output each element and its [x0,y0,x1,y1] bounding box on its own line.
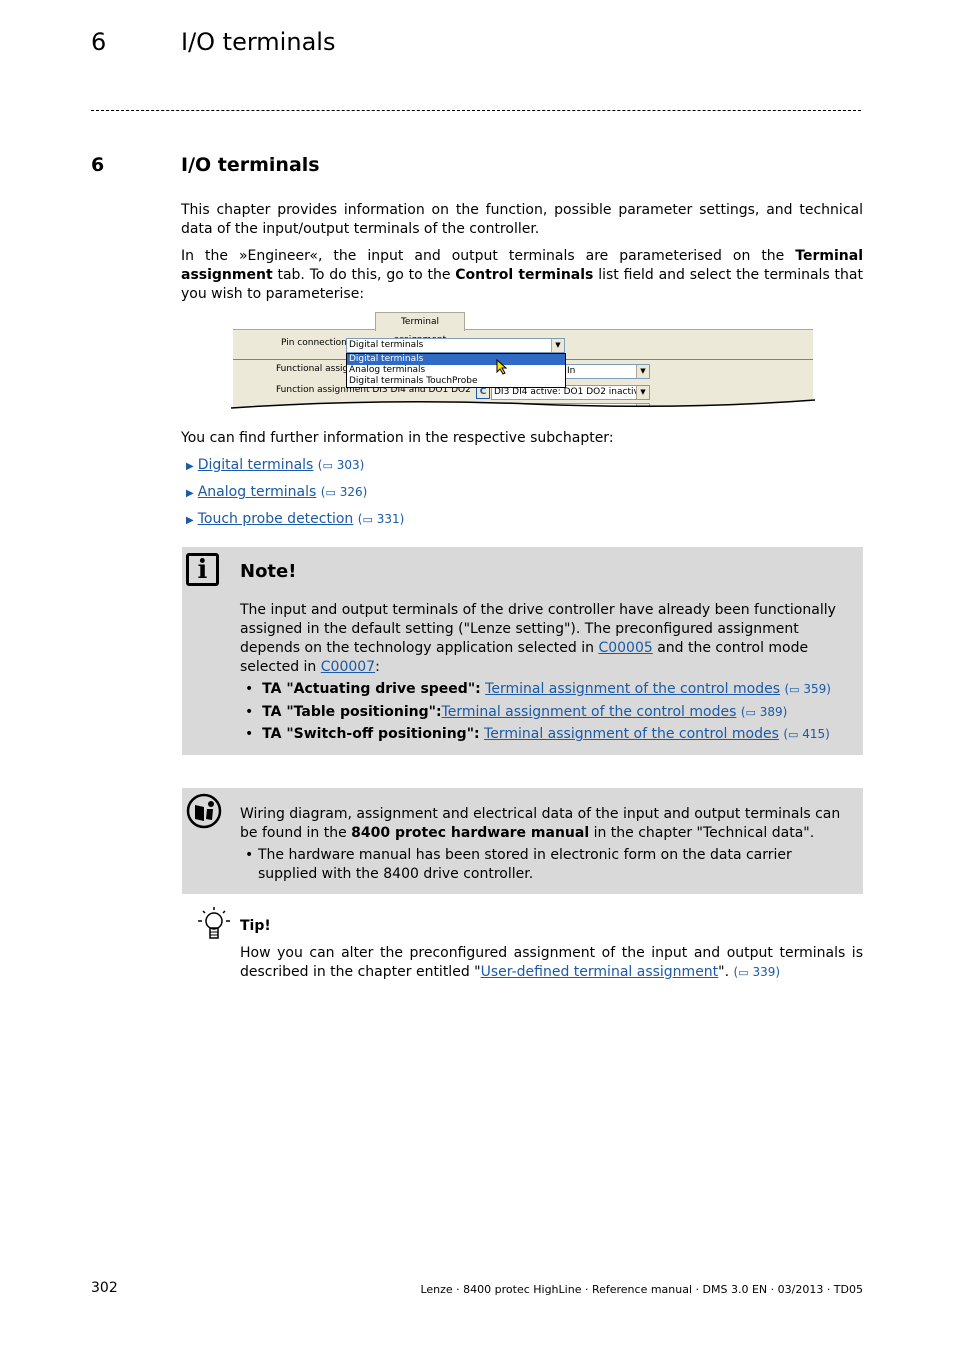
link-terminal-assignment-control-modes[interactable]: Terminal assignment of the control modes [485,681,780,697]
book-icon: ▭ [362,513,373,526]
engineer-screenshot: Terminal assignment Pin connection Digit… [231,312,815,416]
page-ref[interactable]: (▭ 326) [321,485,368,499]
select-value: Digital terminals [349,340,424,350]
book-icon: ▭ [789,683,800,696]
text: : [375,659,380,675]
term-control-terminals: Control terminals [455,267,594,283]
book-icon: ▭ [745,706,756,719]
dropdown-option[interactable]: Digital terminals [347,354,565,365]
page-ref[interactable]: (▭ 303) [318,458,365,472]
link-item: ▶ Touch probe detection (▭ 331) [186,511,404,527]
triangle-right-icon: ▶ [186,515,194,526]
read-manual-icon [186,793,222,829]
triangle-right-icon: ▶ [186,488,194,499]
page-ref[interactable]: (▭ 359) [784,682,831,696]
tip-title: Tip! [240,918,271,934]
tip-text: How you can alter the preconfigured assi… [240,944,863,982]
header-chapter-title: I/O terminals [181,28,336,56]
page-number: 389 [759,705,783,719]
book-icon: ▭ [325,486,336,499]
page-number: 326 [339,485,363,499]
book-icon: ▭ [322,459,333,472]
link-terminal-assignment-control-modes[interactable]: Terminal assignment of the control modes [442,704,737,720]
text: ". [718,964,734,980]
page-number: 415 [802,727,826,741]
link-analog-terminals[interactable]: Analog terminals [198,484,317,500]
chevron-down-icon[interactable]: ▼ [551,339,564,352]
page-number: 331 [376,512,400,526]
lightbulb-icon [198,907,230,939]
note-text: The input and output terminals of the dr… [240,601,850,677]
bullet-text: The hardware manual has been stored in e… [258,847,792,882]
intro-paragraph-2: In the »Engineer«, the input and output … [181,247,863,304]
book-icon: ▭ [788,728,799,741]
header-divider [91,110,861,111]
manual-note-bullet: • The hardware manual has been stored in … [245,846,845,884]
link-terminal-assignment-control-modes[interactable]: Terminal assignment of the control modes [484,726,779,742]
link-c00007[interactable]: C00007 [321,659,375,675]
bullet-label: TA "Switch-off positioning": [262,726,480,742]
header-chapter-number: 6 [91,28,107,56]
note-bullet: • TA "Switch-off positioning": Terminal … [245,726,830,742]
page-ref[interactable]: (▭ 415) [783,727,830,741]
page-number: 359 [803,682,827,696]
bullet-dot: • [245,847,254,863]
link-c00005[interactable]: C00005 [598,640,652,656]
page-ref[interactable]: (▭ 389) [741,705,788,719]
info-icon: i [186,553,219,586]
page-ref[interactable]: (▭ 331) [358,512,405,526]
text: tab. To do this, go to the [272,267,456,283]
page-number-footer: 302 [91,1280,118,1296]
link-user-defined-terminal-assignment[interactable]: User-defined terminal assignment [481,964,719,980]
tab-terminal-assignment[interactable]: Terminal assignment [375,312,465,345]
manual-name: 8400 protec hardware manual [351,825,590,841]
chevron-down-icon[interactable]: ▼ [636,365,649,378]
pin-connection-dropdown[interactable]: Digital terminals Analog terminals Digit… [346,353,566,388]
dropdown-option[interactable]: Analog terminals [347,365,565,376]
section-number: 6 [91,154,105,176]
dropdown-option[interactable]: Digital terminals TouchProbe [347,376,565,387]
note-bullet: • TA "Table positioning":Terminal assign… [245,704,788,720]
bullet-label: TA "Actuating drive speed": [262,681,481,697]
note-bullet: • TA "Actuating drive speed": Terminal a… [245,681,831,697]
note-title: Note! [240,561,297,582]
text: in the chapter "Technical data". [589,825,815,841]
link-item: ▶ Digital terminals (▭ 303) [186,457,364,473]
mouse-cursor-icon [496,359,508,375]
footer-doc-info: Lenze · 8400 protec HighLine · Reference… [420,1283,863,1296]
pin-connection-select[interactable]: Digital terminals ▼ [346,338,565,353]
link-digital-terminals[interactable]: Digital terminals [198,457,314,473]
book-icon: ▭ [738,966,749,979]
section-title: I/O terminals [181,154,320,176]
bullet-label: TA "Table positioning": [262,704,442,720]
page-number: 303 [336,458,360,472]
torn-edge [231,399,815,416]
text: In the »Engineer«, the input and output … [181,248,796,264]
pin-connection-label: Pin connection [281,338,347,348]
link-touch-probe-detection[interactable]: Touch probe detection [198,511,354,527]
triangle-right-icon: ▶ [186,461,194,472]
select-value: In [567,366,576,376]
link-item: ▶ Analog terminals (▭ 326) [186,484,367,500]
page-ref[interactable]: (▭ 339) [734,965,781,979]
further-info-text: You can find further information in the … [181,430,614,446]
page-number: 339 [752,965,776,979]
intro-paragraph-1: This chapter provides information on the… [181,202,863,237]
manual-note-text: Wiring diagram, assignment and electrica… [240,805,850,843]
